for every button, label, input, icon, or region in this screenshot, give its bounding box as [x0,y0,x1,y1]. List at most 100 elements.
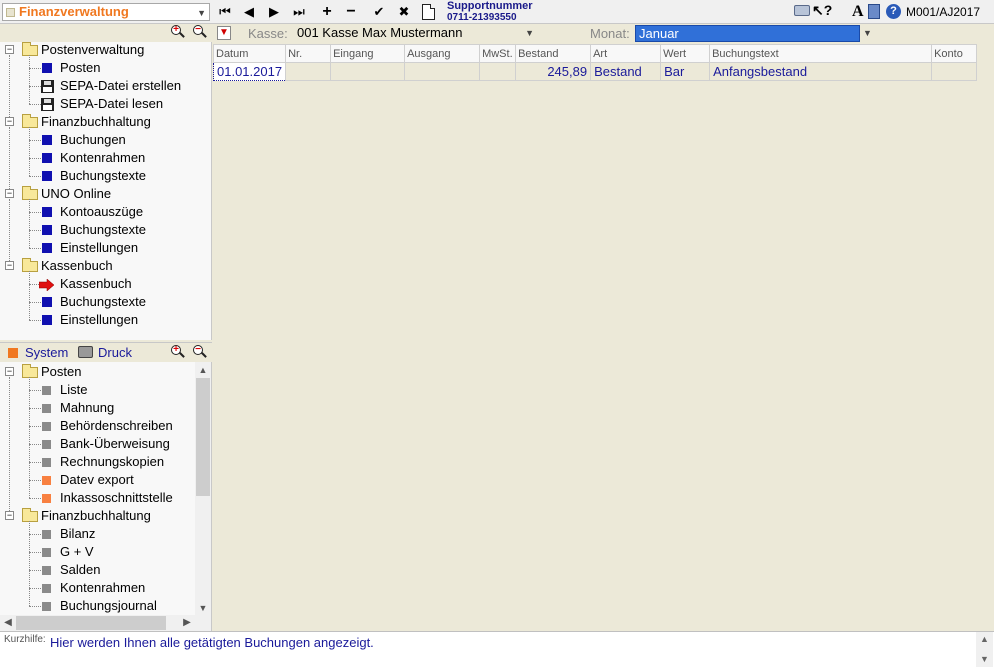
collapse-icon[interactable]: − [5,117,14,126]
keyboard-icon[interactable] [794,5,810,16]
kasse-select[interactable]: 001 Kasse Max Mustermann ▼ [293,25,536,42]
monat-label: Monat: [590,26,630,41]
filter-toggle-icon[interactable]: ▼ [217,26,231,40]
column-header[interactable]: Konto [931,44,978,63]
table-cell[interactable]: Bestand [590,62,662,81]
table-row[interactable]: 01.01.2017 245,89 Bestand Bar Anfangsbestand [212,62,978,81]
tree-connector [29,444,41,445]
column-header[interactable]: Buchungstext [709,44,933,63]
tree-group[interactable]: − Postenverwaltung [0,41,200,59]
column-header[interactable]: Datum [212,44,287,63]
horizontal-scrollbar[interactable]: ◀ ▶ [0,615,195,631]
grid-body: 01.01.2017 245,89 Bestand Bar Anfangsbestand [212,62,978,81]
font-icon[interactable]: A [852,3,864,21]
chevron-down-icon[interactable]: ▼ [525,28,534,38]
table-cell[interactable]: Anfangsbestand [709,62,933,81]
tree-item[interactable]: Kassenbuch [0,275,200,293]
tree-connector [29,86,41,87]
tree-item-label: G + V [60,544,94,559]
column-header[interactable]: Wert [660,44,711,63]
blue-square-icon [42,243,52,253]
tree-connector [29,606,41,607]
table-cell[interactable] [479,62,517,81]
confirm-button[interactable]: ✔ [368,3,390,21]
status-scrollbar[interactable]: ▲ ▼ [976,632,993,667]
last-record-button[interactable]: ⏭ [288,3,310,21]
document-icon[interactable] [422,4,435,20]
table-cell[interactable]: 01.01.2017 [212,62,287,81]
column-header[interactable]: Bestand [515,44,592,63]
column-header[interactable]: Eingang [330,44,406,63]
help-icon[interactable]: ? [886,4,901,19]
grey-square-icon [42,458,51,467]
tree-group[interactable]: − Kassenbuch [0,257,200,275]
tree-item[interactable]: Buchungstexte [0,221,200,239]
tree-connector [29,390,41,391]
column-header[interactable]: Ausgang [404,44,481,63]
tree-item[interactable]: Kontenrahmen [0,149,200,167]
tree-item-label: Buchungstexte [60,168,147,183]
column-header[interactable]: Nr. [285,44,332,63]
collapse-icon[interactable]: − [5,261,14,270]
scroll-up-icon[interactable]: ▲ [195,362,211,378]
scroll-right-icon[interactable]: ▶ [179,615,195,631]
add-record-button[interactable]: + [316,3,338,21]
chevron-down-icon[interactable]: ▼ [863,28,872,38]
vertical-scrollbar[interactable]: ▲ ▼ [195,362,211,616]
scroll-up-icon[interactable]: ▲ [980,634,989,644]
system-tab[interactable]: System [25,345,68,360]
tree-group[interactable]: − Finanzbuchhaltung [0,113,200,131]
collapse-icon[interactable]: − [5,45,14,54]
cancel-button[interactable]: ✖ [393,3,415,21]
tree-item-label: SEPA-Datei lesen [60,96,164,111]
table-cell[interactable] [285,62,332,81]
tree-item[interactable]: SEPA-Datei erstellen [0,77,200,95]
scrollbar-thumb[interactable] [16,616,166,630]
collapse-icon[interactable]: − [5,367,14,376]
tree-item[interactable]: Einstellungen [0,239,200,257]
column-header[interactable]: Art [590,44,662,63]
zoom-out-icon[interactable]: − [192,344,208,360]
table-cell[interactable] [931,62,978,81]
calculator-icon[interactable] [868,4,880,19]
tree-item-label: SEPA-Datei erstellen [60,78,182,93]
tree-item[interactable]: Buchungstexte [0,167,200,185]
monat-select[interactable]: Januar [635,25,860,42]
remove-record-button[interactable]: − [340,3,362,21]
collapse-icon[interactable]: − [5,189,14,198]
monat-value: Januar [639,26,679,41]
tree-connector [29,271,30,320]
tree-item[interactable]: Buchungen [0,131,200,149]
first-record-button[interactable]: ⏮ [214,3,236,21]
table-cell[interactable]: 245,89 [515,62,592,81]
table-cell[interactable] [404,62,481,81]
module-selector[interactable]: Finanzverwaltung ▼ [2,3,210,21]
table-cell[interactable] [330,62,406,81]
column-header[interactable]: MwSt. [479,44,517,63]
floppy-disk-icon [41,98,54,111]
scroll-down-icon[interactable]: ▼ [195,600,211,616]
tree-item[interactable]: Posten [0,59,200,77]
tree-item[interactable]: Einstellungen [0,311,200,329]
tree-item[interactable]: SEPA-Datei lesen [0,95,200,113]
tree-connector [29,212,41,213]
scrollbar-thumb[interactable] [196,378,210,496]
zoom-in-icon[interactable]: + [170,24,186,40]
zoom-in-icon[interactable]: + [170,344,186,360]
scroll-down-icon[interactable]: ▼ [980,654,989,664]
next-record-button[interactable]: ▶ [263,3,285,21]
previous-record-button[interactable]: ◀ [238,3,260,21]
zoom-out-icon[interactable]: − [192,24,208,40]
scroll-left-icon[interactable]: ◀ [0,615,16,631]
table-cell[interactable]: Bar [660,62,711,81]
tree-item[interactable]: Buchungstexte [0,293,200,311]
collapse-icon[interactable]: − [5,511,14,520]
tree-group[interactable]: − UNO Online [0,185,200,203]
blue-square-icon [42,225,52,235]
tree-item-label: Kassenbuch [60,276,132,291]
floppy-disk-icon [41,80,54,93]
grey-square-icon [42,584,51,593]
tree-item[interactable]: Kontoauszüge [0,203,200,221]
druck-tab[interactable]: Druck [98,345,132,360]
help-cursor-icon[interactable]: ↖? [812,2,832,19]
